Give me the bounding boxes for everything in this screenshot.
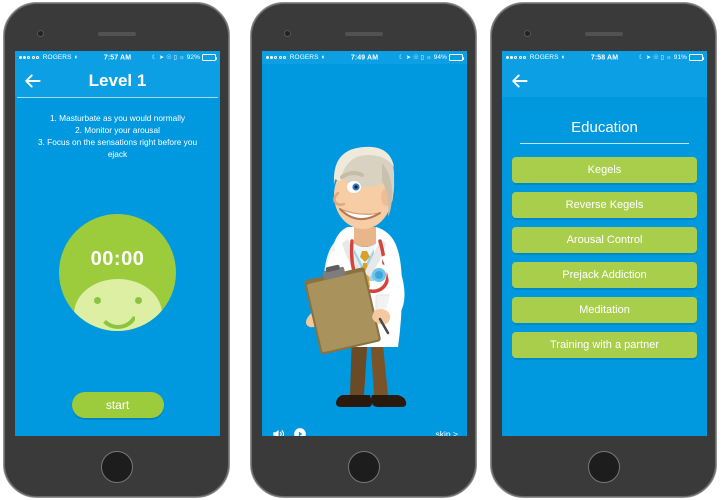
doctor-character-illustration: [303, 146, 406, 407]
speaker-volume-icon[interactable]: [271, 427, 285, 436]
doctor-screen-body: skip >: [262, 64, 467, 436]
carrier-label: ROGERS: [42, 54, 72, 61]
title-divider: [520, 143, 689, 144]
signal-strength-icon: [506, 56, 526, 59]
earpiece-speaker-icon: [584, 32, 623, 36]
media-controls: skip >: [262, 423, 467, 436]
instructions-list: 1. Masturbate as you would normally 2. M…: [15, 98, 220, 160]
start-button-area: start: [15, 392, 220, 436]
screen-education: ROGERS ◐ 7:58 AM ☾ ➤ ☉ ▯ ☼ 91% Education…: [502, 51, 707, 436]
menu-item-training-with-a-partner[interactable]: Training with a partner: [512, 332, 697, 358]
screenshot-stage: ROGERS ◐ 7:57 AM ☾ ➤ ☉ ▯ ☼ 92% Level 1 1…: [0, 0, 727, 500]
wifi-icon: ◐: [321, 54, 326, 61]
bluetooth-icon: ☼: [666, 54, 672, 61]
menu-item-kegels[interactable]: Kegels: [512, 157, 697, 183]
phone-device-level: ROGERS ◐ 7:57 AM ☾ ➤ ☉ ▯ ☼ 92% Level 1 1…: [3, 2, 230, 498]
airplay-icon: ▯: [420, 55, 425, 61]
signal-strength-icon: [19, 56, 39, 59]
battery-percent-label: 92%: [186, 54, 200, 61]
moon-icon: ☾: [151, 55, 158, 61]
timer-circle: 00:00: [59, 213, 176, 331]
earpiece-speaker-icon: [344, 32, 383, 36]
signal-strength-icon: [266, 56, 286, 59]
carrier-label: ROGERS: [289, 54, 319, 61]
earpiece-speaker-icon: [97, 32, 136, 36]
skip-link[interactable]: skip >: [436, 429, 458, 436]
status-bar: ROGERS ◐ 7:58 AM ☾ ➤ ☉ ▯ ☼ 91%: [502, 51, 707, 64]
back-arrow-icon[interactable]: [23, 71, 42, 90]
airplay-icon: ▯: [173, 55, 178, 61]
airplay-icon: ▯: [660, 55, 665, 61]
front-camera-icon: [283, 30, 291, 37]
location-arrow-icon: ➤: [646, 55, 652, 61]
home-button[interactable]: [587, 451, 620, 483]
rotation-lock-icon: ☉: [166, 55, 172, 61]
bluetooth-icon: ☼: [426, 54, 432, 61]
location-arrow-icon: ➤: [406, 55, 412, 61]
level-screen-body: 1. Masturbate as you would normally 2. M…: [15, 98, 220, 436]
navigation-bar: [502, 64, 707, 97]
screen-doctor: ROGERS ◐ 7:49 AM ☾ ➤ ☉ ▯ ☼ 94% skip >: [262, 51, 467, 436]
back-arrow-icon[interactable]: [510, 71, 529, 90]
wifi-icon: ◐: [74, 54, 79, 61]
battery-percent-label: 91%: [673, 54, 687, 61]
instruction-line: 2. Monitor your arousal: [75, 125, 160, 135]
status-bar-left: ROGERS ◐: [19, 54, 79, 61]
page-title: Level 1: [88, 70, 147, 90]
moon-icon: ☾: [398, 55, 405, 61]
education-menu-list: Kegels Reverse Kegels Arousal Control Pr…: [502, 157, 707, 358]
rotation-lock-icon: ☉: [653, 55, 659, 61]
status-bar-left: ROGERS ◐: [266, 54, 326, 61]
status-bar-clock: 7:58 AM: [590, 54, 619, 61]
status-bar-clock: 7:57 AM: [103, 54, 132, 61]
play-circle-icon[interactable]: [293, 427, 307, 436]
navigation-bar: Level 1: [15, 64, 220, 97]
status-bar-clock: 7:49 AM: [350, 54, 379, 61]
battery-icon: [202, 54, 218, 61]
phone-device-doctor: ROGERS ◐ 7:49 AM ☾ ➤ ☉ ▯ ☼ 94% skip >: [250, 2, 477, 498]
menu-item-arousal-control[interactable]: Arousal Control: [512, 227, 697, 253]
rotation-lock-icon: ☉: [413, 55, 419, 61]
home-button[interactable]: [100, 451, 133, 483]
start-button[interactable]: start: [71, 392, 164, 418]
status-bar-right: ☾ ➤ ☉ ▯ ☼ 92%: [151, 54, 218, 61]
carrier-label: ROGERS: [529, 54, 559, 61]
phone-device-education: ROGERS ◐ 7:58 AM ☾ ➤ ☉ ▯ ☼ 91% Education…: [490, 2, 717, 498]
status-bar: ROGERS ◐ 7:49 AM ☾ ➤ ☉ ▯ ☼ 94%: [262, 51, 467, 64]
status-bar-left: ROGERS ◐: [506, 54, 566, 61]
wifi-icon: ◐: [561, 54, 566, 61]
battery-icon: [449, 54, 465, 61]
menu-item-prejack-addiction[interactable]: Prejack Addiction: [512, 262, 697, 288]
moon-icon: ☾: [638, 55, 645, 61]
status-bar-right: ☾ ➤ ☉ ▯ ☼ 91%: [638, 54, 705, 61]
battery-icon: [689, 54, 705, 61]
menu-item-meditation[interactable]: Meditation: [512, 297, 697, 323]
page-title: Education: [502, 97, 707, 143]
bluetooth-icon: ☼: [179, 54, 185, 61]
menu-item-reverse-kegels[interactable]: Reverse Kegels: [512, 192, 697, 218]
instruction-line: 3. Focus on the sensations right before …: [37, 137, 198, 147]
location-arrow-icon: ➤: [159, 55, 165, 61]
status-bar: ROGERS ◐ 7:57 AM ☾ ➤ ☉ ▯ ☼ 92%: [15, 51, 220, 64]
timer-value: 00:00: [90, 247, 145, 270]
home-button[interactable]: [347, 451, 380, 483]
front-camera-icon: [36, 30, 44, 37]
front-camera-icon: [523, 30, 531, 37]
timer-area: 00:00: [15, 152, 220, 392]
battery-percent-label: 94%: [433, 54, 447, 61]
instruction-line: 1. Masturbate as you would normally: [49, 113, 186, 123]
status-bar-right: ☾ ➤ ☉ ▯ ☼ 94%: [398, 54, 465, 61]
smiley-face-icon: [73, 278, 162, 331]
screen-level: ROGERS ◐ 7:57 AM ☾ ➤ ☉ ▯ ☼ 92% Level 1 1…: [15, 51, 220, 436]
